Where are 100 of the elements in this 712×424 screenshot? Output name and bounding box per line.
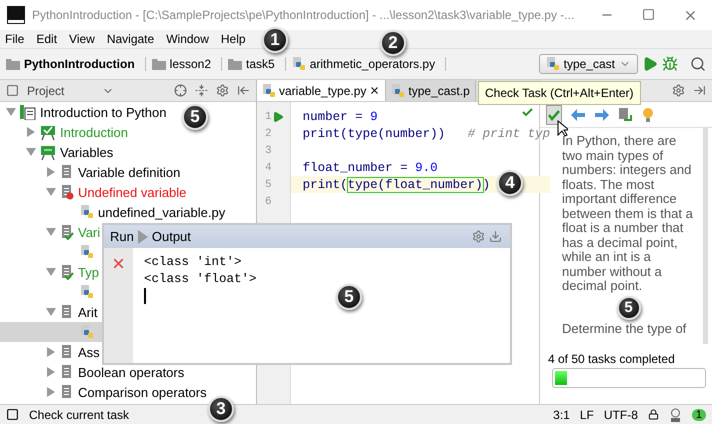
expanded-arrow-icon[interactable] [6, 107, 16, 117]
python-file-icon [80, 205, 94, 219]
line-number: 6 [265, 196, 272, 208]
python-file-icon [292, 57, 306, 71]
collapsed-arrow-icon[interactable] [46, 387, 56, 397]
settings-icon[interactable] [216, 84, 229, 97]
breadcrumb[interactable]: PythonIntroduction [24, 57, 135, 71]
hide-panel-icon[interactable] [237, 84, 250, 97]
expanded-arrow-icon[interactable] [46, 307, 56, 317]
menu-item[interactable]: Window [166, 32, 209, 46]
breadcrumb[interactable]: arithmetic_operators.py [310, 57, 436, 71]
cursor-position[interactable]: 3:1 [553, 408, 570, 422]
expanded-arrow-icon[interactable] [46, 187, 56, 197]
lightbulb-icon[interactable] [642, 106, 654, 122]
line-number: 5 [265, 178, 272, 190]
project-view-icon [6, 84, 19, 97]
tooltip: Check Task (Ctrl+Alt+Enter) [478, 81, 640, 105]
locate-icon[interactable] [174, 84, 187, 97]
settings-icon[interactable] [472, 230, 485, 243]
checkmark-icon [522, 108, 533, 117]
mouse-pointer-icon [557, 120, 568, 137]
tree-item-label[interactable]: undefined_variable.py [98, 204, 226, 220]
line-number: 3 [265, 144, 272, 156]
code-line: print(type(float_number)) [302, 178, 490, 192]
tree-item-label[interactable]: Typ [78, 264, 99, 280]
tree-item-label[interactable]: Introduction to Python [40, 104, 166, 120]
reset-task-icon[interactable] [618, 106, 634, 122]
tool-window-icon[interactable] [6, 408, 19, 421]
next-arrow-icon[interactable] [594, 108, 610, 122]
status-message: Check current task [29, 408, 130, 422]
code-line: number = 9 [302, 110, 378, 124]
run-icon[interactable] [642, 56, 658, 72]
task-description: In Python, there are two main types of numbers: integers and floats. The most important difference between them is that a float is a number that has a decimal point, while an int is a number without a decimal point. [562, 134, 694, 294]
menu-item[interactable]: Edit [36, 32, 58, 46]
code-line: float_number = 9.0 [302, 160, 438, 174]
output-tab[interactable]: Output [152, 229, 191, 244]
inspector-icon[interactable] [668, 408, 682, 422]
tree-item-label[interactable]: Variables [60, 144, 114, 160]
close-tab-icon[interactable] [369, 85, 380, 96]
close-icon[interactable] [111, 256, 126, 271]
tree-item-label[interactable]: Undefined variable [78, 184, 186, 200]
previous-arrow-icon[interactable] [570, 108, 586, 122]
notification-badge[interactable]: 1 [692, 408, 706, 420]
folder-icon [228, 58, 242, 70]
hide-panel-icon[interactable] [693, 84, 706, 97]
line-number: 4 [265, 162, 272, 174]
run-window-title: Run [110, 229, 134, 244]
menu-item[interactable]: View [69, 32, 95, 46]
tree-item-label[interactable]: Variable definition [78, 164, 180, 180]
collapsed-arrow-icon[interactable] [46, 347, 56, 357]
editor-tab[interactable]: type_cast.p [386, 80, 476, 101]
progress-label: 4 of 50 tasks completed [547, 351, 676, 368]
task-description: Determine the type of [562, 322, 688, 336]
expanded-arrow-icon[interactable] [46, 267, 56, 277]
breadcrumb[interactable]: task5 [246, 57, 275, 71]
collapsed-arrow-icon[interactable] [46, 367, 56, 377]
lock-icon[interactable] [648, 409, 659, 420]
tree-item-label[interactable]: Boolean operators [78, 364, 184, 380]
breadcrumb[interactable]: lesson2 [170, 57, 212, 71]
course-icon [20, 104, 36, 120]
text-cursor [144, 288, 146, 304]
expanded-arrow-icon[interactable] [46, 227, 56, 237]
file-encoding[interactable]: UTF-8 [604, 408, 638, 422]
python-file-icon [391, 84, 406, 98]
expanded-arrow-icon[interactable] [26, 147, 36, 157]
tree-item-label[interactable]: Arit [78, 304, 98, 320]
code-line: print(type(number)) # print typ [302, 126, 550, 140]
tree-item-label[interactable]: Comparison operators [78, 384, 207, 400]
collapse-all-icon[interactable] [195, 84, 208, 97]
panel-title[interactable]: Project [27, 84, 64, 98]
tree-item-label[interactable]: Introduction [60, 124, 128, 140]
run-configuration-dropdown[interactable]: type_cast [538, 54, 638, 74]
debug-icon[interactable] [662, 56, 678, 72]
play-triangle-icon [138, 230, 148, 244]
collapsed-arrow-icon[interactable] [46, 167, 56, 177]
check-task-button[interactable] [546, 104, 562, 124]
maximize-icon[interactable] [642, 8, 655, 20]
collapsed-arrow-icon[interactable] [26, 127, 36, 137]
python-file-icon [80, 325, 94, 339]
search-icon[interactable] [690, 56, 706, 72]
app-logo-icon [8, 7, 24, 23]
scroll-to-end-icon[interactable] [489, 230, 502, 243]
folder-icon [152, 58, 166, 70]
python-file-icon [546, 57, 560, 71]
menu-item[interactable]: File [5, 32, 24, 46]
python-file-icon [80, 285, 94, 299]
tree-item-label[interactable]: Vari [78, 224, 100, 240]
python-file-icon [262, 84, 276, 98]
tree-item-label[interactable]: Ass [78, 344, 100, 360]
window-title: PythonIntroduction - [C:\SampleProjects\pe\PythonIntroduction] - ...\lesson2\task3\variable_type.py -... [32, 8, 576, 22]
python-file-icon [80, 245, 94, 259]
line-separator[interactable]: LF [580, 408, 594, 422]
menu-item[interactable]: Help [220, 32, 246, 46]
menu-item[interactable]: Navigate [106, 32, 154, 46]
run-icon[interactable] [272, 110, 284, 122]
editor-tab[interactable]: variable_type.py [257, 80, 386, 101]
output-line: <class 'int'> [144, 254, 243, 271]
line-number: 2 [265, 128, 272, 140]
folder-icon [6, 58, 20, 70]
settings-icon[interactable] [672, 84, 685, 97]
